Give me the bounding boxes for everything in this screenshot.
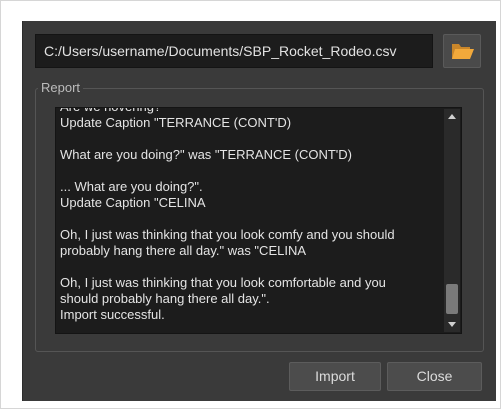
report-line: Update Caption "CELINA	[60, 195, 206, 210]
report-textarea[interactable]: Are we hovering?"Update Caption "TERRANC…	[55, 107, 462, 334]
import-dialog: C:/Users/username/Documents/SBP_Rocket_R…	[22, 21, 496, 401]
scroll-thumb[interactable]	[446, 284, 458, 314]
report-line: Update Caption "TERRANCE (CONT'D)	[60, 115, 292, 130]
report-line	[60, 131, 442, 147]
report-line	[60, 211, 442, 227]
report-label: Report	[38, 79, 84, 97]
page-frame: C:/Users/username/Documents/SBP_Rocket_R…	[0, 0, 501, 409]
report-line: should probably hang there all day.".	[60, 291, 270, 306]
report-line: probably hang there all day." was "CELIN…	[60, 243, 307, 258]
scroll-down-arrow[interactable]	[444, 318, 460, 332]
scroll-up-arrow[interactable]	[444, 109, 460, 123]
report-line: What are you doing?" was "TERRANCE (CONT…	[60, 147, 353, 162]
report-line: Oh, I just was thinking that you look co…	[60, 227, 395, 242]
report-group: Report Are we hovering?"Update Caption "…	[35, 79, 484, 352]
file-path-field[interactable]: C:/Users/username/Documents/SBP_Rocket_R…	[35, 34, 433, 68]
report-line: Import successful.	[60, 307, 165, 322]
import-button[interactable]: Import	[289, 362, 381, 391]
arrow-up-icon	[448, 114, 456, 119]
report-line: Are we hovering?"	[60, 108, 442, 115]
browse-button[interactable]	[443, 34, 481, 68]
arrow-down-icon	[448, 322, 456, 327]
report-line	[60, 163, 442, 179]
report-line: Oh, I just was thinking that you look co…	[60, 275, 386, 290]
close-button[interactable]: Close	[387, 362, 482, 391]
report-line	[60, 259, 442, 275]
folder-open-icon	[452, 44, 474, 59]
report-scrollbar[interactable]	[444, 109, 460, 332]
report-text: Are we hovering?"Update Caption "TERRANC…	[60, 108, 442, 323]
report-line: ... What are you doing?".	[60, 179, 203, 194]
